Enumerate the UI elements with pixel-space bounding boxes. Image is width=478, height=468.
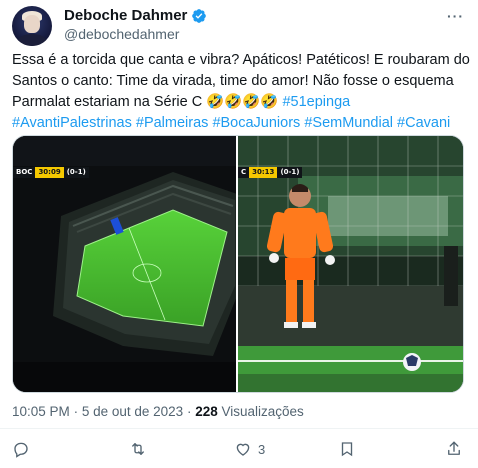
avatar[interactable] — [12, 6, 52, 46]
views-label: Visualizações — [221, 404, 304, 419]
retweet-icon — [132, 443, 144, 455]
hashtag-avantipalestrinas[interactable]: #AvantiPalestrinas — [12, 115, 132, 131]
hashtag-cavani[interactable]: #Cavani — [397, 115, 450, 131]
tweet-date[interactable]: 5 de out de 2023 — [82, 404, 183, 419]
emoji-laughing: 🤣🤣🤣🤣 — [206, 94, 279, 110]
share-icon — [448, 441, 460, 455]
heart-icon — [236, 443, 250, 456]
like-button[interactable]: 3 — [234, 440, 265, 458]
scoreboard-time: 30:09 — [35, 167, 64, 178]
author-name-row: Deboche Dahmer — [64, 7, 207, 24]
media-image-goalkeeper[interactable]: C 30:13 (0-1) — [238, 136, 463, 392]
tweet-time[interactable]: 10:05 PM — [12, 404, 70, 419]
more-options-icon[interactable]: ··· — [447, 8, 464, 24]
tweet-text: Essa é a torcida que canta e vibra? Apát… — [12, 50, 472, 134]
avatar-face — [24, 15, 40, 33]
scoreboard-result: (0-1) — [277, 167, 303, 178]
views-count: 228 — [195, 404, 218, 419]
reply-button[interactable] — [12, 440, 30, 458]
hashtag-bocajuniors[interactable]: #BocaJuniors — [212, 115, 300, 131]
media-grid: BOC 30:09 (0-1) C 30:13 (0-1) — [12, 135, 464, 393]
hashtag-semmundial[interactable]: #SemMundial — [304, 115, 393, 131]
bookmark-button[interactable] — [338, 440, 356, 458]
tweet-meta: 10:05 PM · 5 de out de 2023 · 228 Visual… — [12, 404, 304, 419]
scoreboard-right: C 30:13 (0-1) — [238, 167, 303, 178]
media-image-stadium[interactable]: BOC 30:09 (0-1) — [13, 136, 236, 392]
avatar-shirt — [18, 34, 46, 46]
retweet-button[interactable] — [129, 440, 147, 458]
share-button[interactable] — [445, 440, 463, 458]
action-bar: 3 — [0, 436, 478, 464]
scoreboard-time: 30:13 — [249, 167, 278, 178]
reply-icon — [14, 442, 28, 458]
hashtag-palmeiras[interactable]: #Palmeiras — [136, 115, 209, 131]
divider — [0, 428, 478, 429]
scoreboard-team: C — [238, 167, 250, 178]
bookmark-icon — [341, 442, 353, 457]
scoreboard-left: BOC 30:09 (0-1) — [13, 167, 89, 178]
like-count: 3 — [258, 441, 266, 457]
scoreboard-result: (0-1) — [63, 167, 89, 178]
hashtag-51epinga[interactable]: #51epinga — [282, 94, 350, 110]
meta-separator: · — [186, 404, 192, 419]
meta-separator: · — [73, 404, 79, 419]
verified-badge-icon — [192, 8, 207, 23]
scoreboard-team: BOC — [13, 167, 36, 178]
author-display-name[interactable]: Deboche Dahmer — [64, 7, 187, 24]
author-handle[interactable]: @debochedahmer — [64, 26, 179, 42]
